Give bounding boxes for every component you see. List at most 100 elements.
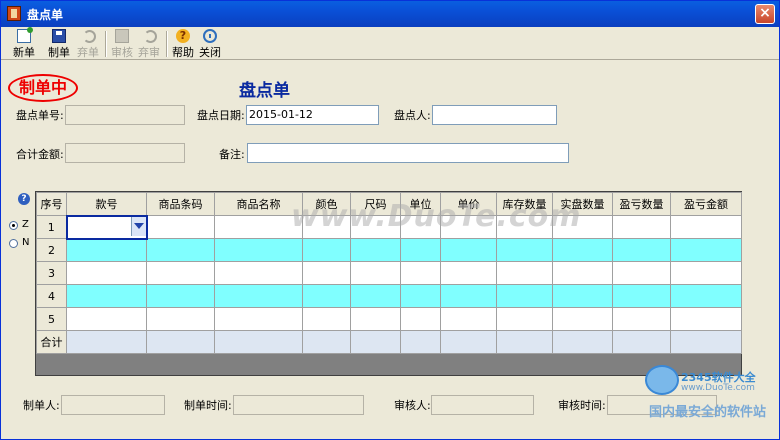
col-header-style-no[interactable]: 款号 <box>66 192 147 216</box>
grid-cell[interactable] <box>66 307 147 331</box>
grid-cell[interactable] <box>670 261 742 285</box>
grid-cell[interactable] <box>670 284 742 308</box>
audit-time-label: 审核时间: <box>558 399 606 412</box>
grid-cell[interactable] <box>214 261 303 285</box>
logo-slogan: 国内最安全的软件站 <box>649 405 767 420</box>
auditor-field[interactable] <box>431 395 534 415</box>
grid-cell[interactable] <box>440 261 497 285</box>
grid-cell[interactable] <box>146 261 215 285</box>
grid-cell[interactable] <box>552 307 613 331</box>
new-button[interactable]: 新单 <box>11 27 37 59</box>
date-field[interactable]: 2015-01-12 <box>246 105 379 125</box>
grid-cell[interactable] <box>350 307 401 331</box>
make-button[interactable]: 制单 <box>46 29 72 59</box>
grid-cell[interactable] <box>302 284 351 308</box>
grid-cell[interactable] <box>146 307 215 331</box>
close-button[interactable]: 关闭 <box>197 29 223 59</box>
dropdown-arrow-icon[interactable] <box>130 217 145 236</box>
grid-cell[interactable] <box>440 238 497 262</box>
grid-cell[interactable] <box>146 215 215 239</box>
grid-cell[interactable] <box>302 307 351 331</box>
grid-help-icon[interactable]: ? <box>18 193 30 205</box>
grid-cell[interactable] <box>670 215 742 239</box>
help-icon: ? <box>176 29 190 43</box>
grid-cell-style-no-active[interactable] <box>65 214 148 240</box>
grid-cell[interactable] <box>302 238 351 262</box>
grid-cell[interactable] <box>552 284 613 308</box>
grid-cell[interactable] <box>400 307 441 331</box>
grid-cell[interactable] <box>146 284 215 308</box>
make-time-field[interactable] <box>233 395 364 415</box>
radio-n[interactable] <box>9 239 18 248</box>
col-header-product-name[interactable]: 商品名称 <box>214 192 303 216</box>
row-number: 4 <box>36 284 67 308</box>
grid-cell[interactable] <box>612 215 671 239</box>
grid-cell[interactable] <box>440 307 497 331</box>
close-button-label: 关闭 <box>199 46 221 59</box>
total-cell <box>302 330 351 354</box>
grid-cell[interactable] <box>612 238 671 262</box>
row-number: 2 <box>36 238 67 262</box>
unaudit-button[interactable]: 弃审 <box>136 29 162 59</box>
total-row-label: 合计 <box>36 330 67 354</box>
grid-cell[interactable] <box>66 238 147 262</box>
help-button[interactable]: ? 帮助 <box>170 29 196 59</box>
grid-cell[interactable] <box>496 307 553 331</box>
col-header-barcode[interactable]: 商品条码 <box>146 192 215 216</box>
make-button-label: 制单 <box>48 46 70 59</box>
grid-cell[interactable] <box>670 307 742 331</box>
grid-cell[interactable] <box>214 284 303 308</box>
total-cell <box>440 330 497 354</box>
row-number: 3 <box>36 261 67 285</box>
discard-button[interactable]: 弃单 <box>75 29 101 59</box>
remark-field[interactable] <box>247 143 569 163</box>
grid-cell[interactable] <box>350 261 401 285</box>
toolbar: 新单 制单 弃单 审核 弃审 ? 帮助 关闭 <box>1 27 779 60</box>
radio-z[interactable] <box>9 221 18 230</box>
person-field[interactable] <box>432 105 557 125</box>
grid-cell[interactable] <box>214 215 303 239</box>
col-header-seq[interactable]: 序号 <box>36 192 67 216</box>
grid-cell[interactable] <box>400 261 441 285</box>
grid-cell[interactable] <box>350 284 401 308</box>
close-circle-icon <box>203 29 217 43</box>
grid-cell[interactable] <box>400 284 441 308</box>
grid-cell[interactable] <box>214 307 303 331</box>
audit-button[interactable]: 审核 <box>109 29 135 59</box>
total-amount-label: 合计金额: <box>16 148 64 161</box>
grid-cell[interactable] <box>440 284 497 308</box>
grid-cell[interactable] <box>496 238 553 262</box>
discard-button-label: 弃单 <box>77 46 99 59</box>
grid-cell[interactable] <box>214 238 303 262</box>
total-cell <box>670 330 742 354</box>
watermark-text: www.DuoTe.com <box>291 199 582 234</box>
grid-cell[interactable] <box>552 238 613 262</box>
table-row: 3 <box>36 261 742 285</box>
grid-cell[interactable] <box>612 307 671 331</box>
window-close-button[interactable]: × <box>755 4 775 24</box>
make-time-label: 制单时间: <box>184 399 232 412</box>
toolbar-separator <box>105 31 107 57</box>
grid-cell[interactable] <box>400 238 441 262</box>
grid-cell[interactable] <box>552 261 613 285</box>
col-header-diff-amount[interactable]: 盈亏金额 <box>670 192 742 216</box>
grid-cell[interactable] <box>66 261 147 285</box>
total-cell <box>146 330 215 354</box>
grid-cell[interactable] <box>496 261 553 285</box>
maker-field[interactable] <box>61 395 165 415</box>
grid-cell[interactable] <box>146 238 215 262</box>
undo-icon <box>142 29 157 43</box>
doc-no-field[interactable] <box>65 105 185 125</box>
grid-cell[interactable] <box>670 238 742 262</box>
grid-cell[interactable] <box>612 284 671 308</box>
logo-url: www.DuoTe.com <box>681 383 755 393</box>
total-amount-field[interactable] <box>65 143 185 163</box>
grid-cell[interactable] <box>66 284 147 308</box>
grid-cell[interactable] <box>350 238 401 262</box>
grid-cell[interactable] <box>612 261 671 285</box>
col-header-diff-qty[interactable]: 盈亏数量 <box>612 192 671 216</box>
app-window: 盘点单 × 新单 制单 弃单 审核 弃审 ? 帮助 关闭 制单中 盘点单 盘点单… <box>0 0 780 440</box>
grid-cell[interactable] <box>496 284 553 308</box>
grid-cell[interactable] <box>302 261 351 285</box>
total-cell <box>214 330 303 354</box>
